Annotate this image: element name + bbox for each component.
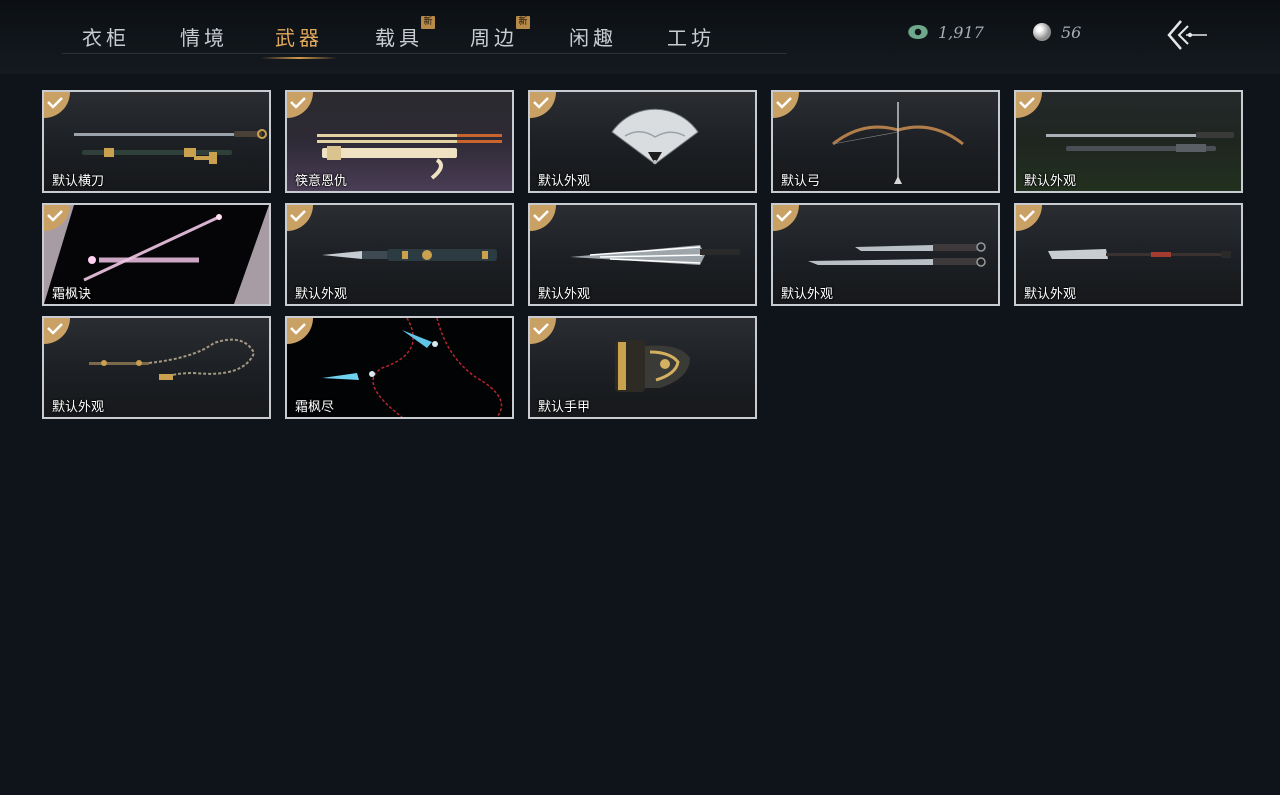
item-card[interactable]: 霜枫尽: [285, 316, 514, 419]
tab-label: 武器: [275, 26, 323, 50]
tab-label: 周边: [470, 26, 518, 50]
item-name: 霜枫诀: [52, 287, 92, 302]
item-card[interactable]: 默认弓: [771, 90, 1000, 193]
owned-check-icon: [44, 92, 70, 118]
tab-merch[interactable]: 周边 新: [470, 16, 530, 50]
tab-wardrobe[interactable]: 衣柜: [82, 22, 130, 50]
item-name: 默认手甲: [538, 400, 591, 415]
tab-leisure[interactable]: 闲趣: [569, 22, 617, 50]
item-card[interactable]: 默认外观: [1014, 203, 1243, 306]
jade-currency: 1,917: [908, 20, 984, 44]
owned-check-icon: [773, 92, 799, 118]
tab-label: 闲趣: [569, 26, 617, 50]
pearl-amount: 56: [1061, 22, 1082, 42]
item-card[interactable]: 霜枫诀: [42, 203, 271, 306]
owned-check-icon: [287, 92, 313, 118]
pearl-icon: [1033, 23, 1051, 41]
item-card[interactable]: 默认外观: [42, 316, 271, 419]
owned-check-icon: [44, 205, 70, 231]
item-name: 默认外观: [538, 174, 591, 189]
item-name: 霜枫尽: [295, 400, 335, 415]
owned-check-icon: [1016, 92, 1042, 118]
owned-check-icon: [530, 205, 556, 231]
item-name: 筷意恩仇: [295, 174, 348, 189]
item-name: 默认横刀: [52, 174, 105, 189]
new-badge: 新: [516, 16, 530, 29]
top-bar: 衣柜 情境 武器 载具 新 周边 新 闲趣 工坊 1,917 56: [0, 0, 1280, 74]
tab-label: 载具: [375, 26, 423, 50]
item-card[interactable]: 默认外观: [528, 203, 757, 306]
item-name: 默认外观: [52, 400, 105, 415]
item-card[interactable]: 默认外观: [528, 90, 757, 193]
item-card[interactable]: 筷意恩仇: [285, 90, 514, 193]
item-card[interactable]: 默认外观: [771, 203, 1000, 306]
owned-check-icon: [773, 205, 799, 231]
back-button[interactable]: [1163, 18, 1209, 52]
tab-vehicles[interactable]: 载具 新: [375, 16, 435, 50]
item-card[interactable]: 默认外观: [1014, 90, 1243, 193]
item-name: 默认外观: [781, 287, 834, 302]
owned-check-icon: [287, 205, 313, 231]
tab-label: 工坊: [667, 26, 715, 50]
owned-check-icon: [1016, 205, 1042, 231]
category-tabs: 衣柜 情境 武器 载具 新 周边 新 闲趣 工坊: [62, 14, 787, 59]
tab-scene[interactable]: 情境: [180, 22, 228, 50]
jade-coin-icon: [908, 25, 928, 39]
pearl-currency: 56: [1033, 20, 1081, 44]
tab-workshop[interactable]: 工坊: [667, 22, 715, 50]
tab-label: 情境: [180, 26, 228, 50]
item-name: 默认弓: [781, 174, 821, 189]
item-name: 默认外观: [538, 287, 591, 302]
new-badge: 新: [421, 16, 435, 29]
item-name: 默认外观: [1024, 174, 1077, 189]
owned-check-icon: [44, 318, 70, 344]
owned-check-icon: [287, 318, 313, 344]
item-card[interactable]: 默认横刀: [42, 90, 271, 193]
item-name: 默认外观: [295, 287, 348, 302]
owned-check-icon: [530, 318, 556, 344]
back-arrow-icon: [1167, 20, 1207, 50]
tab-weapons[interactable]: 武器: [261, 22, 337, 59]
item-card[interactable]: 默认手甲: [528, 316, 757, 419]
owned-check-icon: [530, 92, 556, 118]
item-name: 默认外观: [1024, 287, 1077, 302]
tab-label: 衣柜: [82, 26, 130, 50]
jade-amount: 1,917: [938, 22, 984, 42]
item-card[interactable]: 默认外观: [285, 203, 514, 306]
